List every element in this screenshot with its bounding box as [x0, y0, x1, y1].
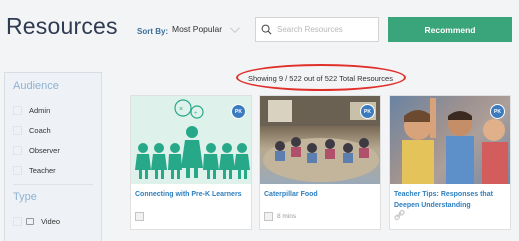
document-icon: [135, 212, 144, 221]
video-icon: [26, 217, 34, 225]
svg-text:÷: ÷: [194, 111, 198, 117]
card-title[interactable]: Caterpillar Food: [260, 184, 380, 200]
filter-admin[interactable]: Admin: [13, 100, 93, 120]
sort-dropdown[interactable]: Most Popular: [172, 22, 240, 34]
checkbox[interactable]: [13, 165, 22, 175]
link-icon: [394, 210, 405, 221]
checkbox[interactable]: [13, 125, 22, 135]
filter-sidebar: Audience Admin Coach Observer Teacher Ty…: [4, 72, 102, 241]
results-count: Showing 9 / 522 out of 522 Total Resourc…: [248, 74, 393, 83]
checkbox[interactable]: [13, 105, 22, 115]
card-meta: [394, 210, 405, 221]
duration: 8 mins: [277, 213, 297, 220]
resource-card[interactable]: × ÷ PK Connecting with Pre-K Learners: [130, 95, 252, 230]
filter-label: Video: [41, 216, 61, 226]
divider: [13, 184, 93, 185]
card-title[interactable]: Teacher Tips: Responses that Deepen Unde…: [390, 184, 510, 211]
filter-teacher[interactable]: Teacher: [13, 160, 93, 180]
filter-label: Teacher: [29, 165, 56, 175]
filter-label: Observer: [29, 145, 60, 155]
card-meta: 8 mins: [264, 212, 296, 221]
checkbox[interactable]: [13, 145, 22, 155]
filter-observer[interactable]: Observer: [13, 140, 93, 160]
page-title: Resources: [6, 13, 118, 39]
sort-label: Sort By:: [137, 27, 169, 36]
video-icon: [264, 212, 273, 221]
search-icon: [261, 24, 272, 35]
grade-badge: PK: [231, 104, 246, 119]
grade-badge: PK: [490, 104, 505, 119]
chevron-down-icon: [230, 22, 240, 33]
card-thumbnail[interactable]: PK: [390, 96, 510, 184]
card-title[interactable]: Connecting with Pre-K Learners: [131, 184, 251, 200]
filter-label: Coach: [29, 125, 51, 135]
recommend-button[interactable]: Recommend: [388, 17, 512, 42]
type-heading: Type: [13, 191, 37, 203]
card-thumbnail[interactable]: PK: [260, 96, 380, 184]
filter-label: Admin: [29, 105, 51, 115]
filter-video[interactable]: Video: [13, 211, 93, 231]
checkbox[interactable]: [13, 216, 22, 226]
card-thumbnail[interactable]: × ÷ PK: [131, 96, 251, 184]
audience-heading: Audience: [13, 80, 59, 92]
grade-badge: PK: [360, 104, 375, 119]
resource-card[interactable]: PK Teacher Tips: Responses that Deepen U…: [389, 95, 511, 230]
svg-text:×: ×: [179, 106, 183, 113]
resource-card[interactable]: PK Caterpillar Food 8 mins: [259, 95, 381, 230]
search-box[interactable]: [255, 17, 379, 42]
search-input[interactable]: [277, 25, 377, 34]
filter-coach[interactable]: Coach: [13, 120, 93, 140]
card-meta: [135, 212, 144, 221]
sort-value: Most Popular: [172, 24, 223, 34]
